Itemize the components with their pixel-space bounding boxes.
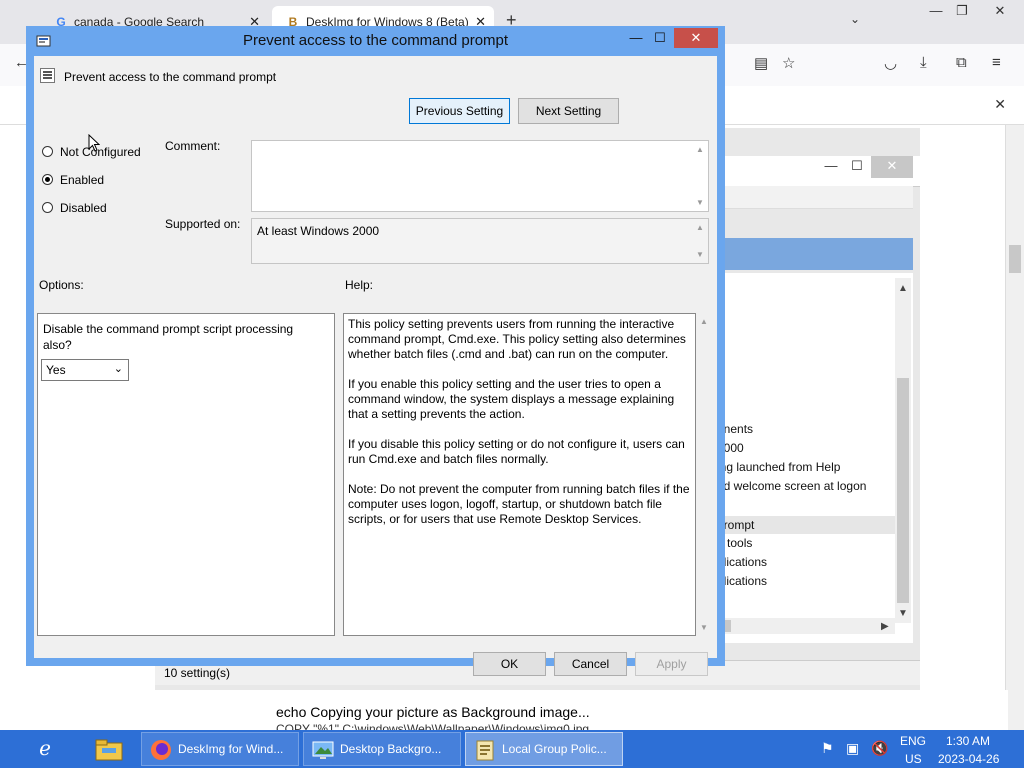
option-dropdown[interactable]: Yes ⌄ <box>41 359 129 381</box>
dialog-maximize-icon[interactable]: ☐ <box>642 28 678 48</box>
scroll-thumb[interactable] <box>1009 245 1021 273</box>
policy-name: Prevent access to the command prompt <box>64 70 277 84</box>
language-indicator[interactable]: ENG US <box>900 730 926 768</box>
notification-close-icon[interactable]: ✕ <box>994 96 1006 113</box>
supported-on-value: At least Windows 2000 <box>257 224 380 238</box>
dialog-close-icon[interactable]: ✕ <box>674 28 718 48</box>
reader-view-icon[interactable]: ▤ <box>754 54 768 72</box>
clock[interactable]: 1:30 AM 2023-04-26 <box>936 730 1016 768</box>
policy-list-item[interactable]: ed welcome screen at logon <box>717 479 866 493</box>
previous-setting-button[interactable]: Previous Setting <box>409 98 510 124</box>
help-paragraph: If you disable this policy setting or do… <box>348 437 685 466</box>
help-paragraph: If you enable this policy setting and th… <box>348 377 675 421</box>
gpe-close-icon[interactable]: ✕ <box>871 156 913 178</box>
download-icon[interactable]: ⤓ <box>920 54 927 71</box>
pocket-icon[interactable]: ◡ <box>884 54 897 72</box>
help-text: This policy setting prevents users from … <box>348 317 690 542</box>
volume-muted-icon[interactable]: 🔇 <box>871 740 888 757</box>
option-description: Disable the command prompt script proces… <box>43 322 294 352</box>
supported-on-textbox: At least Windows 2000 ▲ ▼ <box>251 218 709 264</box>
apply-button[interactable]: Apply <box>635 652 708 676</box>
taskbar-item-label: Desktop Backgro... <box>340 742 442 756</box>
menu-icon[interactable]: ≡ <box>992 54 1001 71</box>
scroll-up-icon[interactable]: ▲ <box>696 145 704 154</box>
next-setting-button[interactable]: Next Setting <box>518 98 619 124</box>
help-label: Help: <box>345 278 374 292</box>
clock-date: 2023-04-26 <box>938 752 1000 766</box>
options-panel: Disable the command prompt script proces… <box>37 313 335 636</box>
policy-setting-icon <box>40 68 55 83</box>
internet-explorer-icon[interactable]: ℯ <box>16 732 74 766</box>
firefox-icon <box>150 739 172 761</box>
gpe-maximize-icon[interactable]: ☐ <box>839 156 875 178</box>
radio-circle-icon[interactable] <box>42 146 53 157</box>
radio-label: Disabled <box>60 201 107 215</box>
scroll-down-icon[interactable]: ▼ <box>696 198 704 207</box>
echo-line: echo Copying your picture as Background … <box>276 704 590 720</box>
taskbar-item-desktop-background[interactable]: Desktop Backgro... <box>303 732 461 766</box>
bookmark-star-icon[interactable]: ☆ <box>782 54 795 72</box>
policy-list-item[interactable]: ing launched from Help <box>717 460 840 474</box>
gpe-list-scrollbar[interactable] <box>895 278 911 623</box>
scroll-thumb[interactable] <box>897 378 909 603</box>
action-center-flag-icon[interactable]: ⚑ <box>821 740 834 757</box>
taskbar-item-local-group-policy[interactable]: Local Group Polic... <box>465 732 623 766</box>
chevron-down-icon: ⌄ <box>113 363 123 375</box>
browser-restore-icon[interactable]: ❐ <box>944 0 980 24</box>
policy-list-item-selected[interactable]: prompt <box>717 516 895 534</box>
file-explorer-icon[interactable] <box>80 732 138 766</box>
ok-button[interactable]: OK <box>473 652 546 676</box>
mouse-cursor-icon <box>88 134 100 152</box>
radio-checked-icon[interactable] <box>42 174 53 185</box>
page-scrollbar[interactable] <box>1005 125 1024 730</box>
scroll-down-icon[interactable]: ▼ <box>696 250 704 259</box>
browser-close-icon[interactable]: ✕ <box>982 0 1018 24</box>
dialog-body: Prevent access to the command prompt Pre… <box>34 56 717 676</box>
supported-scrollbar[interactable]: ▲ ▼ <box>692 219 708 263</box>
scroll-up-icon[interactable]: ▲ <box>898 283 908 294</box>
region-code: US <box>905 752 922 766</box>
language-code: ENG <box>900 734 927 748</box>
scroll-up-icon[interactable]: ▲ <box>696 223 704 232</box>
dropdown-value: Yes <box>46 363 66 377</box>
comment-label: Comment: <box>165 139 221 153</box>
help-panel: This policy setting prevents users from … <box>343 313 696 636</box>
comment-scrollbar[interactable]: ▲ ▼ <box>692 141 708 211</box>
scroll-down-icon[interactable]: ▼ <box>700 623 708 632</box>
radio-circle-icon[interactable] <box>42 202 53 213</box>
settings-count: 10 setting(s) <box>164 666 231 680</box>
cancel-button[interactable]: Cancel <box>554 652 627 676</box>
options-label: Options: <box>39 278 84 292</box>
desktop-background-icon <box>312 739 334 761</box>
policy-setting-dialog: Prevent access to the command prompt — ☐… <box>26 26 725 676</box>
extensions-icon[interactable]: ⧉ <box>956 54 967 71</box>
group-policy-icon <box>474 739 496 761</box>
comment-textbox[interactable]: ▲ ▼ <box>251 140 709 212</box>
network-icon[interactable]: ▣ <box>846 740 859 757</box>
radio-label: Not Configured <box>60 145 141 159</box>
help-paragraph: This policy setting prevents users from … <box>348 317 686 361</box>
supported-on-label: Supported on: <box>165 217 241 231</box>
scroll-down-icon[interactable]: ▼ <box>898 608 908 619</box>
help-paragraph: Note: Do not prevent the computer from r… <box>348 482 690 526</box>
help-scrollbar[interactable]: ▲ ▼ <box>696 313 712 636</box>
scroll-up-icon[interactable]: ▲ <box>700 317 708 326</box>
taskbar-item-label: Local Group Polic... <box>502 742 607 756</box>
list-tabs-icon[interactable]: ⌄ <box>850 12 860 26</box>
taskbar-item-label: DeskImg for Wind... <box>178 742 284 756</box>
taskbar-item-deskimg[interactable]: DeskImg for Wind... <box>141 732 299 766</box>
scroll-right-icon[interactable]: ▶ <box>881 621 889 632</box>
script-text-area: echo Copying your picture as Background … <box>268 690 1008 736</box>
clock-time: 1:30 AM <box>946 734 991 748</box>
radio-label: Enabled <box>60 173 105 187</box>
taskbar: ℯ DeskImg for Wind... Desktop Backgro...… <box>0 730 1024 768</box>
